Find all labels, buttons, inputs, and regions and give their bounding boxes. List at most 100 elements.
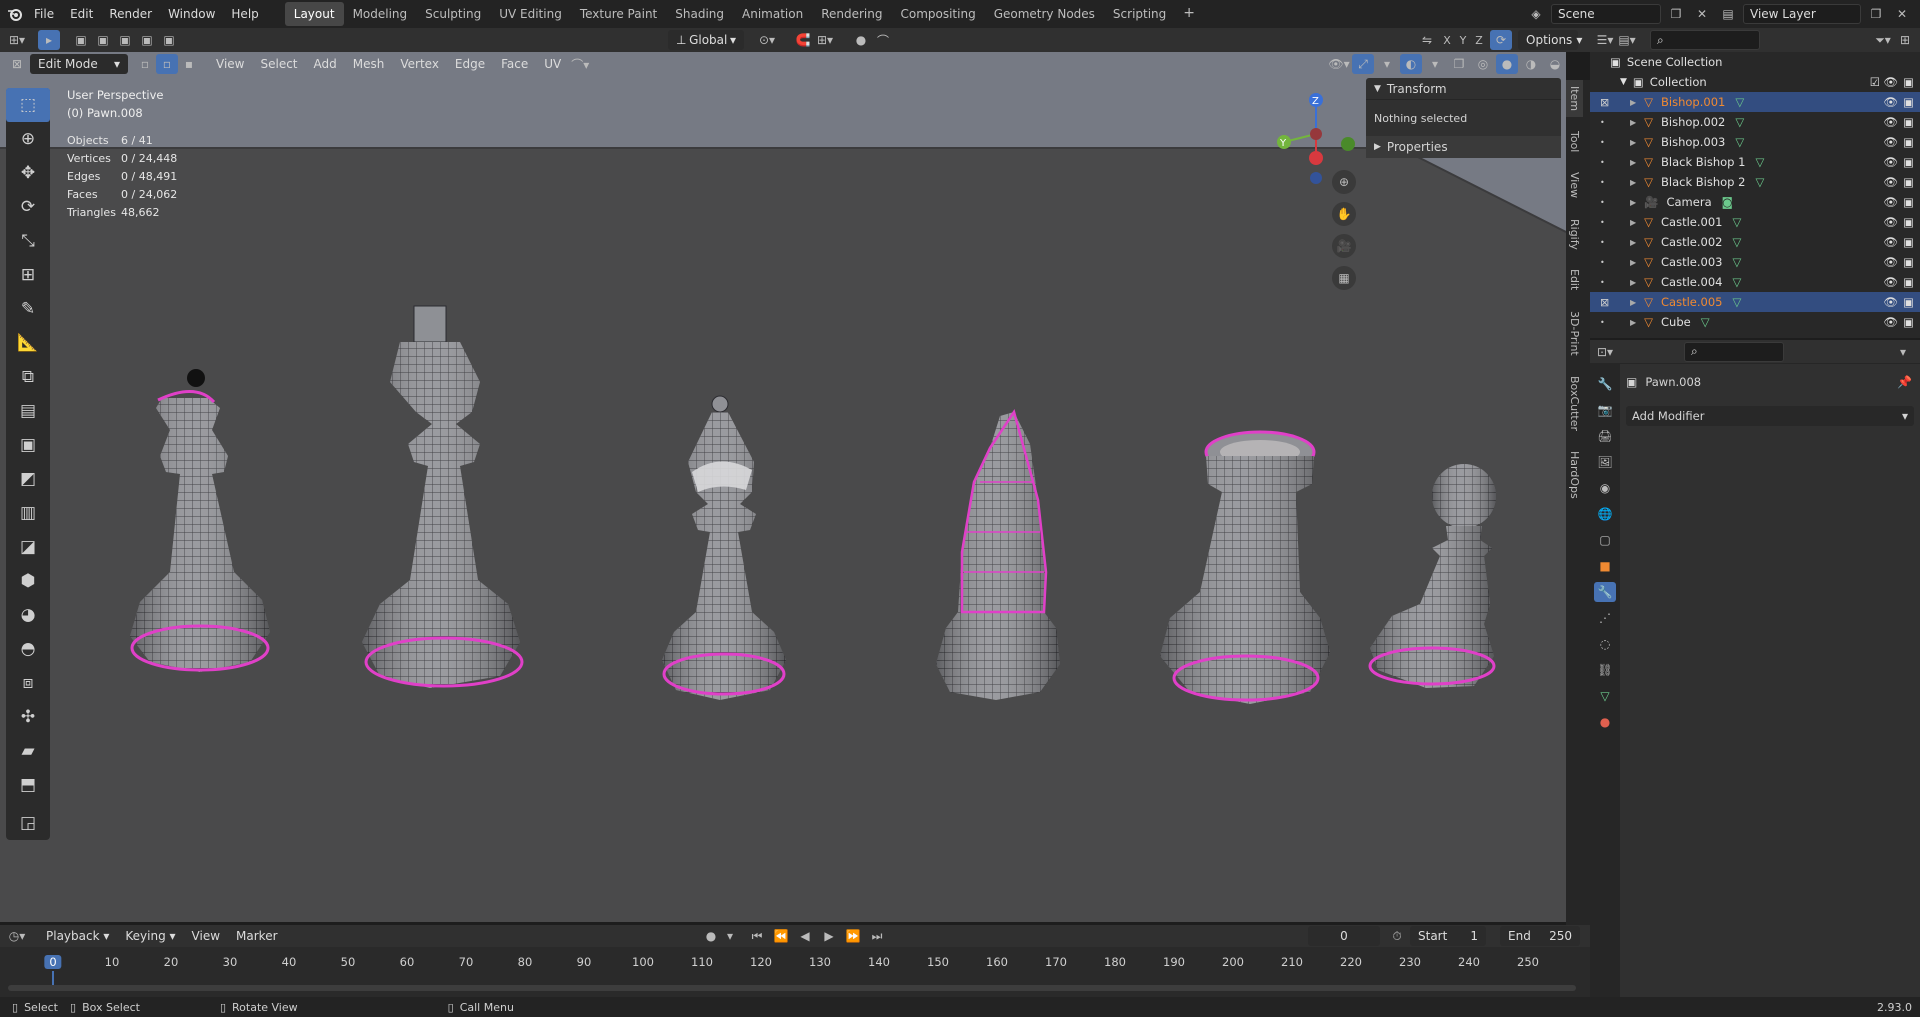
- visibility-icon[interactable]: 👁▾: [1328, 54, 1350, 74]
- outliner-item[interactable]: ⊠ ▶ ▽ Castle.005 ▽ 👁 ▣: [1590, 292, 1920, 312]
- play-icon[interactable]: ▶: [818, 926, 840, 946]
- menu-marker[interactable]: Marker: [228, 929, 285, 943]
- visibility-eye-icon[interactable]: 👁: [1883, 295, 1898, 309]
- extrude-tool-icon[interactable]: ▤: [6, 394, 50, 428]
- tab-geometry-nodes[interactable]: Geometry Nodes: [985, 2, 1104, 26]
- add-cube-tool-icon[interactable]: ⧉: [6, 360, 50, 394]
- outliner-item[interactable]: • ▶ ▽ Castle.002 ▽ 👁 ▣: [1590, 232, 1920, 252]
- close-layer-icon[interactable]: ✕: [1891, 4, 1913, 24]
- dot-icon[interactable]: •: [1600, 238, 1605, 247]
- object-props-icon[interactable]: ■: [1594, 556, 1616, 576]
- material-props-icon[interactable]: ●: [1594, 712, 1616, 732]
- outliner-item[interactable]: • ▶ ▽ Castle.003 ▽ 👁 ▣: [1590, 252, 1920, 272]
- mesh-data-icon[interactable]: ▽: [1732, 295, 1741, 309]
- menu-window[interactable]: Window: [160, 7, 223, 21]
- visibility-eye-icon[interactable]: 👁: [1883, 215, 1898, 229]
- render-camera-icon[interactable]: ▣: [1903, 295, 1914, 309]
- tab-rigify[interactable]: Rigify: [1566, 213, 1583, 256]
- menu-view[interactable]: View: [208, 57, 252, 71]
- jump-start-icon[interactable]: ⏮: [746, 926, 768, 946]
- render-camera-icon[interactable]: ▣: [1903, 175, 1914, 189]
- select-box-tool-icon[interactable]: ⬚: [6, 88, 50, 122]
- menu-uv[interactable]: UV: [536, 57, 569, 71]
- dot-icon[interactable]: •: [1600, 278, 1605, 287]
- mirror-icon[interactable]: ⇋: [1416, 30, 1438, 50]
- mesh-data-icon[interactable]: ▽: [1735, 135, 1744, 149]
- scene-selector[interactable]: Scene: [1551, 4, 1661, 24]
- select-mode-extend-icon[interactable]: ▣: [92, 30, 114, 50]
- play-reverse-icon[interactable]: ◀: [794, 926, 816, 946]
- visibility-eye-icon[interactable]: 👁: [1883, 275, 1898, 289]
- checkbox-icon[interactable]: ☑: [1870, 75, 1880, 89]
- menu-add[interactable]: Add: [306, 57, 345, 71]
- render-camera-icon[interactable]: ▣: [1903, 115, 1914, 129]
- copy-layer-icon[interactable]: ❐: [1865, 4, 1887, 24]
- shrink-fatten-tool-icon[interactable]: ✣: [6, 700, 50, 734]
- edit-mode-icon[interactable]: ⊠: [1600, 296, 1609, 309]
- rotate-tool-icon[interactable]: ⟳: [6, 190, 50, 224]
- outliner-item[interactable]: • ▶ 🎥 Camera ◙ 👁 ▣: [1590, 192, 1920, 212]
- poly-build-tool-icon[interactable]: ⬢: [6, 564, 50, 598]
- expand-arrow-icon[interactable]: ▶: [1630, 198, 1636, 207]
- dot-icon[interactable]: •: [1600, 258, 1605, 267]
- output-props-icon[interactable]: 🖨: [1594, 426, 1616, 446]
- view-layer-icon[interactable]: ▤: [1717, 4, 1739, 24]
- falloff-icon[interactable]: ⌒: [872, 30, 894, 50]
- annotate-tool-icon[interactable]: ✎: [6, 292, 50, 326]
- rip-tool-icon[interactable]: ⬒: [6, 768, 50, 802]
- gizmo-neg-x-axis[interactable]: [1310, 128, 1322, 140]
- expand-arrow-icon[interactable]: ▶: [1630, 118, 1636, 127]
- tab-compositing[interactable]: Compositing: [891, 2, 984, 26]
- physics-props-icon[interactable]: ◌: [1594, 634, 1616, 654]
- expand-arrow-icon[interactable]: ▶: [1630, 318, 1636, 327]
- dot-icon[interactable]: •: [1600, 158, 1605, 167]
- menu-file[interactable]: File: [26, 7, 62, 21]
- tab-tool[interactable]: Tool: [1566, 125, 1583, 158]
- axis-z-toggle[interactable]: Z: [1468, 30, 1490, 50]
- pin-icon[interactable]: 📌: [1897, 375, 1912, 389]
- outliner-editor-icon[interactable]: ☰▾: [1594, 30, 1616, 50]
- tab-3d-print[interactable]: 3D-Print: [1566, 305, 1583, 362]
- options-dropdown[interactable]: Options ▾: [1518, 30, 1582, 50]
- collection-row[interactable]: ▼ ▣ Collection ☑ 👁 ▣: [1590, 72, 1920, 92]
- proportional-edit-icon[interactable]: ●: [850, 30, 872, 50]
- snap-target-icon[interactable]: ⊞▾: [814, 30, 836, 50]
- visibility-eye-icon[interactable]: 👁: [1883, 175, 1898, 189]
- auto-merge-icon[interactable]: ⟳: [1490, 30, 1512, 50]
- select-tool-icon[interactable]: ▸: [38, 30, 60, 50]
- select-mode-invert-icon[interactable]: ▣: [136, 30, 158, 50]
- copy-icon[interactable]: ❐: [1665, 4, 1687, 24]
- view-layer-selector[interactable]: View Layer: [1743, 4, 1861, 24]
- tab-edit[interactable]: Edit: [1566, 263, 1583, 296]
- move-tool-icon[interactable]: ✥: [6, 156, 50, 190]
- world-props-icon[interactable]: 🌐: [1594, 504, 1616, 524]
- dot-icon[interactable]: •: [1600, 198, 1605, 207]
- pivot-icon[interactable]: ⊙▾: [756, 30, 778, 50]
- menu-help[interactable]: Help: [223, 7, 266, 21]
- menu-playback[interactable]: Playback ▾: [38, 929, 117, 943]
- tab-boxcutter[interactable]: BoxCutter: [1566, 370, 1583, 437]
- outliner-item[interactable]: • ▶ ▽ Cube ▽ 👁 ▣: [1590, 312, 1920, 332]
- camera-render-icon[interactable]: ▣: [1903, 75, 1914, 89]
- menu-keying[interactable]: Keying ▾: [117, 929, 183, 943]
- edge-slide-tool-icon[interactable]: ⧈: [6, 666, 50, 700]
- dot-icon[interactable]: •: [1600, 118, 1605, 127]
- menu-render[interactable]: Render: [101, 7, 160, 21]
- record-icon[interactable]: ●: [700, 926, 722, 946]
- ortho-grid-icon[interactable]: ▦: [1332, 266, 1356, 290]
- tab-hardops[interactable]: HardOps: [1566, 445, 1583, 505]
- tab-item[interactable]: Item: [1566, 80, 1583, 118]
- material-shading-icon[interactable]: ◑: [1520, 54, 1542, 74]
- menu-edge[interactable]: Edge: [447, 57, 493, 71]
- menu-timeline-view[interactable]: View: [184, 929, 228, 943]
- transform-tool-icon[interactable]: ⊞: [6, 258, 50, 292]
- gizmo-neg-y-axis[interactable]: [1341, 137, 1355, 151]
- expand-arrow-icon[interactable]: ▶: [1630, 158, 1636, 167]
- data-props-icon[interactable]: ▽: [1594, 686, 1616, 706]
- menu-mesh[interactable]: Mesh: [345, 57, 393, 71]
- tab-shading[interactable]: Shading: [666, 2, 733, 26]
- tool-props-icon[interactable]: 🔧: [1594, 374, 1616, 394]
- scene-icon[interactable]: ◈: [1525, 4, 1547, 24]
- gizmo-toggle-icon[interactable]: ⤢: [1352, 54, 1374, 74]
- measure-tool-icon[interactable]: 📐: [6, 326, 50, 360]
